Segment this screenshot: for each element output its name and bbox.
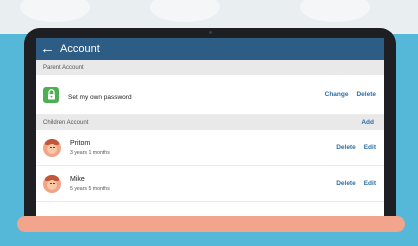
edit-child-button[interactable]: Edit <box>364 180 376 187</box>
parent-account-header: Parent Account <box>36 60 384 75</box>
app-screen: ← Account Parent Account Set my own pass… <box>36 38 384 218</box>
background-cloud <box>20 0 90 22</box>
edit-child-button[interactable]: Edit <box>364 144 376 151</box>
password-row: Set my own password Change Delete <box>36 75 384 115</box>
delete-child-button[interactable]: Delete <box>336 180 356 187</box>
add-child-button[interactable]: Add <box>361 119 374 126</box>
section-title: Parent Account <box>43 64 84 71</box>
child-name: Pritom <box>70 139 91 147</box>
password-label: Set my own password <box>68 93 132 101</box>
list-item[interactable]: Pritom 3 years 1 months Delete Edit <box>36 130 384 166</box>
child-name: Mike <box>70 175 85 183</box>
avatar <box>43 138 61 157</box>
arrow-left-icon[interactable]: ← <box>40 38 56 60</box>
camera-dot <box>209 31 212 34</box>
avatar <box>43 174 61 193</box>
background-cloud <box>300 0 370 22</box>
delete-password-button[interactable]: Delete <box>356 91 376 98</box>
background-cloud <box>150 0 220 22</box>
delete-child-button[interactable]: Delete <box>336 144 356 151</box>
children-account-header: Children Account Add <box>36 115 384 130</box>
child-age: 5 years 5 months <box>70 185 110 192</box>
device-bottom-bar <box>17 216 405 232</box>
lock-icon <box>43 86 59 103</box>
change-password-button[interactable]: Change <box>325 91 349 98</box>
app-bar: ← Account <box>36 38 384 60</box>
page-title: Account <box>60 43 100 55</box>
child-age: 3 years 1 months <box>70 149 110 156</box>
list-item[interactable]: Mike 5 years 5 months Delete Edit <box>36 166 384 202</box>
section-title: Children Account <box>43 119 89 126</box>
